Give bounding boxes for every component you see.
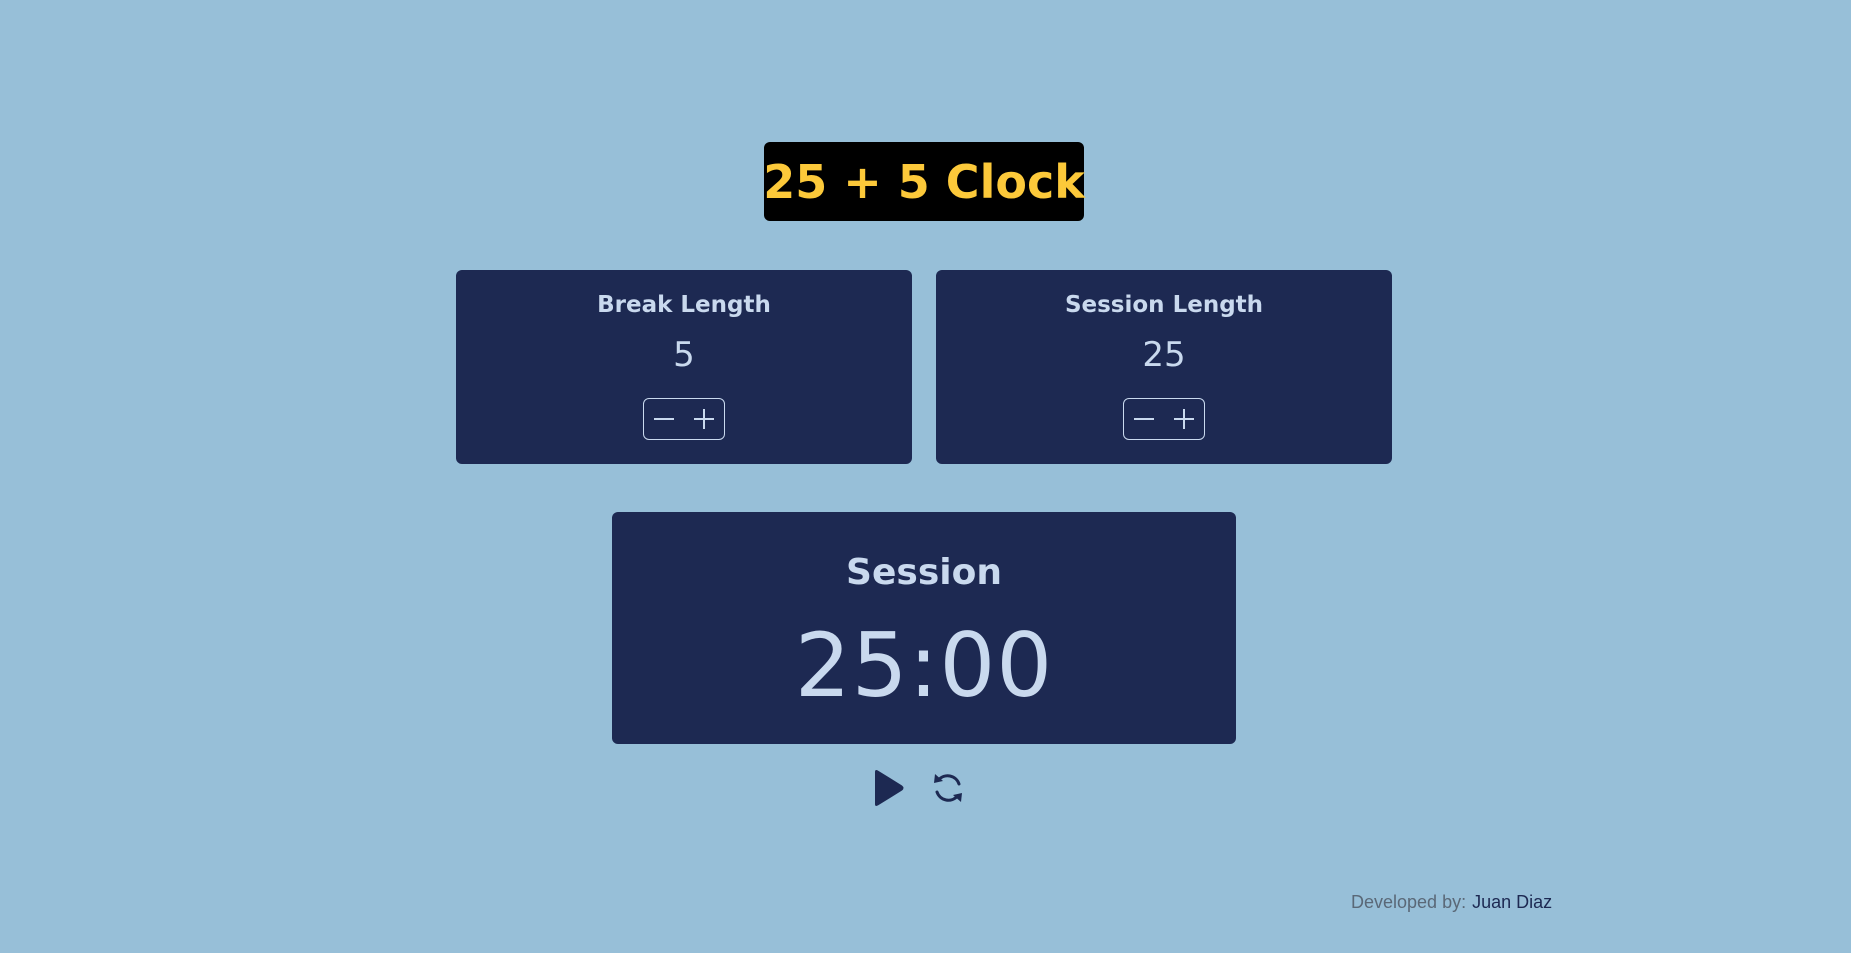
session-increment-button[interactable] [1171, 406, 1197, 432]
reset-button[interactable] [928, 766, 968, 810]
title-banner: 25 + 5 Clock [763, 142, 1085, 221]
break-stepper [643, 398, 725, 440]
footer-credit: Developed by: Juan Diaz [1351, 892, 1552, 913]
session-decrement-button[interactable] [1131, 406, 1157, 432]
page-title: 25 + 5 Clock [763, 154, 1085, 209]
session-length-panel: Session Length 25 [936, 270, 1392, 464]
session-stepper [1123, 398, 1205, 440]
refresh-icon [934, 774, 962, 802]
break-length-value: 5 [673, 335, 695, 375]
break-length-label: Break Length [597, 292, 771, 318]
session-length-value: 25 [1142, 335, 1186, 375]
break-decrement-button[interactable] [651, 406, 677, 432]
play-icon [875, 770, 904, 806]
time-left: 25:00 [794, 614, 1054, 717]
break-increment-button[interactable] [691, 406, 717, 432]
start-stop-button[interactable] [868, 766, 908, 810]
timer-controls [868, 766, 968, 810]
break-length-panel: Break Length 5 [456, 270, 912, 464]
developer-name: Juan Diaz [1472, 892, 1553, 912]
developer-label: Developed by: [1351, 892, 1467, 912]
timer-label: Session [846, 552, 1002, 593]
session-length-label: Session Length [1064, 292, 1264, 318]
timer-panel: Session 25:00 [612, 512, 1236, 744]
